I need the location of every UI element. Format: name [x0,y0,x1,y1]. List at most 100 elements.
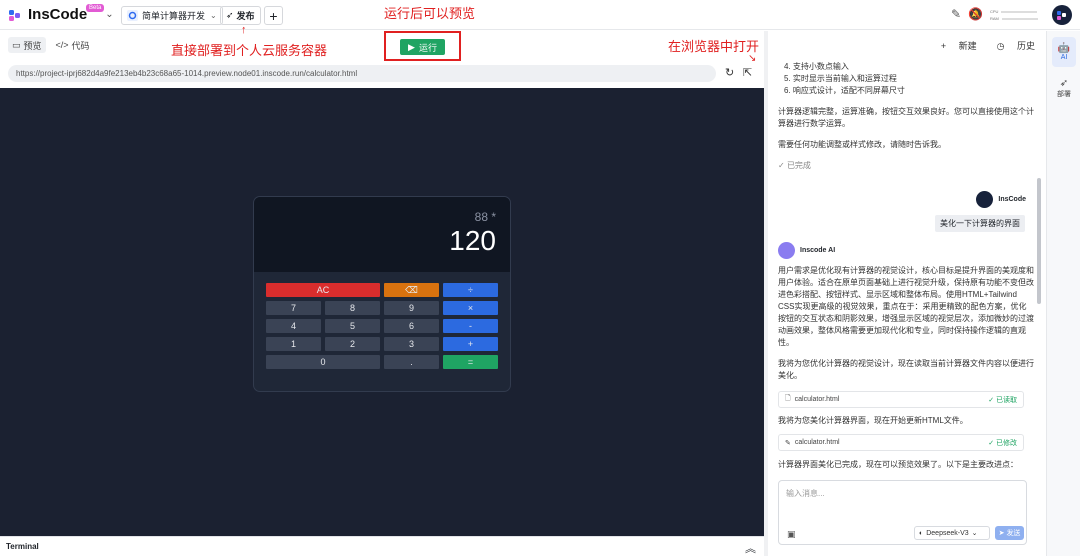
calc-key[interactable]: 3 [384,337,439,351]
ram-bar [1001,17,1038,20]
tab-preview[interactable]: ▭ 预览 [8,37,46,53]
tab-code[interactable]: </> 代码 [52,37,94,53]
bug-report-icon[interactable]: ✎ [951,7,961,21]
file-status: ✓ 已修改 [988,439,1017,447]
project-name: 简单计算器开发 [142,11,206,21]
project-icon [127,10,138,21]
calc-key[interactable]: × [443,301,498,315]
send-label: 发送 [1006,530,1021,537]
annotation-run-preview: 运行后可以预览 [384,6,476,21]
model-icon: ◐ [919,529,924,537]
url-bar[interactable]: https://project-iprj682d4a9fe213eb4b23c6… [8,65,716,82]
history-button[interactable]: ◷ 历史 [987,39,1035,52]
calc-key[interactable]: 5 [325,319,380,333]
file-icon: 🗋 [785,395,791,402]
annotation-deploy: 直接部署到个人云服务容器 [171,43,328,58]
preview-toolbar: ▭ 预览 </> 代码 [0,31,764,59]
final-block: 计算器界面美化已完成，现在可以预览效果了。以下是主要改进点： [778,459,1034,480]
terminal-bar[interactable]: Terminal ︽ [0,536,764,556]
publish-label: 发布 [236,11,255,21]
tab-preview-label: 预览 [23,40,42,51]
calc-key[interactable]: 0 [266,355,380,369]
done-label: 已完成 [786,161,811,170]
calc-key[interactable]: 7 [266,301,321,315]
code-icon: </> [55,40,69,50]
chevron-down-icon[interactable]: ⌄ [105,9,113,20]
followup-text: 需要任何功能调整或样式修改，请随时告诉我。 [778,140,946,149]
calc-key[interactable]: 8 [325,301,380,315]
list-item: 6. 响应式设计，适配不同屏幕尺寸 [784,86,905,95]
chevron-down-icon: ⌄ [210,11,217,20]
url-text: https://project-iprj682d4a9fe213eb4b23c6… [16,69,358,78]
file-name: calculator.html [794,439,840,446]
new-chat-button[interactable]: + 新建 [941,39,977,52]
calc-key[interactable]: 9 [384,301,439,315]
summary-text: 计算器逻辑完整，运算准确，按钮交互效果良好。您可以直接使用这个计算器进行数学运算… [778,107,1034,128]
calc-key[interactable]: . [383,355,439,369]
file-card[interactable]: 🗋 calculator.html ✓ 已读取 [778,391,1024,408]
rail-item-ai[interactable]: 🤖 AI [1052,37,1076,67]
user-avatar[interactable] [1052,5,1072,25]
keypad-row: 1 2 3 + [266,337,498,351]
robot-icon: 🤖 [1057,43,1071,54]
keypad-row: 7 8 9 × [266,301,498,315]
chevron-down-icon: ⌄ [971,530,978,537]
model-selector[interactable]: ◐ Deepseek-V3 ⌄ [914,526,990,540]
read-intro: 我将为您优化计算器的视觉设计，现在读取当前计算器文件内容以便进行美化。 [778,359,1034,380]
calculator-keypad: AC ⌫ ÷ 7 8 9 × 4 5 6- 1 2 3 +0. = [254,272,510,369]
file-status: ✓ 已读取 [988,396,1017,404]
robot-icon [778,242,795,259]
chat-input-placeholder: 输入消息... [786,489,825,498]
calc-key[interactable]: 6 [384,319,439,333]
file-status-label: 已读取 [996,396,1017,404]
ai-panel-header: + 新建 ◷ 历史 [768,31,1045,59]
inscode-logo-icon [8,7,24,23]
logo-text: InsCode [28,6,88,23]
logo[interactable]: InsCode [8,6,87,23]
calc-key[interactable]: AC [266,283,380,297]
bot-name: Inscode AI [800,247,836,254]
cpu-bar [1001,10,1038,13]
calc-key[interactable]: 4 [266,319,321,333]
send-button[interactable]: ➤ 发送 [995,526,1024,540]
feature-list: 4. 支持小数点输入 5. 实时显示当前输入和运算过程 6. 响应式设计，适配不… [778,61,1034,97]
calc-key[interactable]: = [442,355,498,369]
open-external-icon[interactable]: ⇱ [743,66,752,79]
rail-item-deploy[interactable]: ➶ 部署 [1052,73,1076,103]
add-button[interactable]: + [264,6,283,25]
calc-key[interactable]: ÷ [442,283,498,297]
update-intro: 我将为您美化计算器界面，现在开始更新HTML文件。 [778,416,968,425]
user-name: InsCode [998,196,1026,203]
status-done: ✓ 已完成 [778,161,811,170]
user-message-bubble: 美化一下计算器的界面 [935,215,1025,232]
calc-key[interactable]: ⌫ [383,283,439,297]
send-icon: ➤ [998,530,1005,537]
file-card[interactable]: ✎ calculator.html ✓ 已修改 [778,434,1024,451]
chat-input[interactable]: 输入消息... ▣ ◐ Deepseek-V3 ⌄ ➤ 发送 [778,480,1027,545]
image-upload-icon[interactable]: ▣ [787,529,796,540]
keypad-row: AC ⌫ ÷ [266,283,498,297]
resource-meter: CPU RAM [990,8,1040,22]
keypad-row: 456- [266,319,498,333]
plus-icon: + [269,7,278,24]
chat-scrollbar[interactable] [1037,178,1041,304]
calc-key[interactable]: + [443,337,498,351]
calculator-display: 88 * 120 [254,197,510,272]
keypad-row: 0. = [266,355,498,369]
calc-key[interactable]: 2 [325,337,380,351]
annotation-open-browser: 在浏览器中打开 [668,39,760,54]
clock-icon: ◷ [996,40,1005,51]
project-selector[interactable]: 简单计算器开发 ⌄ [121,6,223,25]
calc-key[interactable]: 1 [266,337,321,351]
publish-button[interactable]: ➶ 发布 [220,6,261,25]
notification-off-icon[interactable]: 🔕 [968,7,983,21]
model-name: Deepseek-V3 [926,529,969,537]
final-text: 计算器界面美化已完成，现在可以预览效果了。以下是主要改进点： [778,460,1018,469]
list-item: 4. 支持小数点输入 [784,62,849,71]
bot-reply: 用户需求是优化现有计算器的视觉设计，核心目标是提升界面的美观度和用户体验。适合在… [778,266,1034,347]
reload-icon[interactable]: ↻ [725,66,734,79]
chevron-up-icon[interactable]: ︽ [745,540,756,556]
user-message-header: InsCode [976,191,1026,208]
ram-label: RAM [990,16,999,21]
calc-key[interactable]: - [443,319,498,333]
